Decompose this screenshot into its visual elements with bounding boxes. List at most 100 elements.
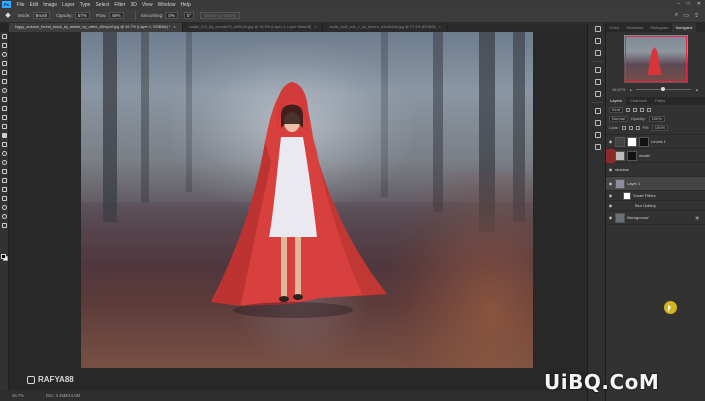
hand-tool-icon[interactable] <box>0 203 9 212</box>
visibility-eye-icon[interactable]: ◉ <box>606 167 615 172</box>
maximize-button[interactable]: □ <box>687 1 690 7</box>
share-icon[interactable]: ⇪ <box>694 12 699 19</box>
eyedropper-tool-icon[interactable] <box>0 86 9 95</box>
close-icon[interactable]: × <box>439 25 441 29</box>
minimize-button[interactable]: – <box>677 1 680 7</box>
swatches-panel-icon[interactable] <box>588 35 607 47</box>
layer-row-background[interactable]: ◉ Background ▣ <box>606 211 705 225</box>
mask-thumbnail[interactable] <box>627 150 637 161</box>
tab-color[interactable]: Color <box>606 23 623 32</box>
flow-field[interactable]: 49% <box>108 12 124 19</box>
menu-select[interactable]: Select <box>93 2 112 8</box>
layer-row-levels[interactable]: ◉ Levels 1 <box>606 135 705 149</box>
blend-mode-select[interactable]: Normal <box>609 115 628 122</box>
blur-gallery-row[interactable]: ◉ Blur Gallery <box>606 201 705 211</box>
layer-opacity-field[interactable]: 100% <box>648 115 665 122</box>
adjustment-filter-icon[interactable] <box>633 107 638 112</box>
layer-row-shadow[interactable]: ◉ shadow <box>606 163 705 177</box>
tab-forest-document[interactable]: foggy_autumn_forest_stock_by_adobe_by_ar… <box>9 23 183 32</box>
smart-filters-row[interactable]: ◉ Smart Filters <box>606 191 705 201</box>
crop-tool-icon[interactable] <box>0 68 9 77</box>
search-icon[interactable]: ⌕ <box>675 12 678 19</box>
filter-mask-thumbnail[interactable] <box>623 191 631 200</box>
clone-stamp-tool-icon[interactable] <box>0 113 9 122</box>
menu-view[interactable]: View <box>139 2 155 8</box>
mask-thumbnail[interactable] <box>627 136 637 147</box>
menu-window[interactable]: Window <box>155 2 178 8</box>
path-select-tool-icon[interactable] <box>0 185 9 194</box>
layer-row-layer-1[interactable]: ◉ Layer 1 <box>606 177 705 191</box>
character-panel-icon[interactable] <box>588 129 607 141</box>
tab-layers[interactable]: Layers <box>606 97 627 105</box>
eraser-tool-icon[interactable] <box>0 131 9 140</box>
tab-paths[interactable]: Paths <box>651 97 669 105</box>
erase-to-history-checkbox[interactable]: Erase to History <box>200 12 241 19</box>
menu-filter[interactable]: Filter <box>112 2 128 8</box>
tab-channels[interactable]: Channels <box>626 97 651 105</box>
zoom-slider[interactable] <box>635 87 692 91</box>
layer-row-model[interactable]: model <box>606 148 705 163</box>
color-panel-icon[interactable] <box>588 23 607 35</box>
navigator-preview[interactable] <box>623 35 688 83</box>
brush-tool-icon[interactable] <box>0 104 9 113</box>
history-brush-tool-icon[interactable] <box>0 122 9 131</box>
canvas-area[interactable]: RAFYA88 <box>9 32 587 390</box>
zoom-percent[interactable]: 46.67% <box>612 87 626 92</box>
brush-settings-panel-icon[interactable] <box>588 117 607 129</box>
menu-image[interactable]: Image <box>41 2 60 8</box>
styles-panel-icon[interactable] <box>588 88 607 100</box>
menu-help[interactable]: Help <box>178 2 193 8</box>
menu-file[interactable]: File <box>14 2 27 8</box>
adjustments-panel-icon[interactable] <box>588 76 607 88</box>
tab-histogram[interactable]: Histogram <box>647 23 672 32</box>
lock-all-icon[interactable] <box>635 125 640 130</box>
properties-panel-icon[interactable] <box>588 47 607 59</box>
zoom-tool-icon[interactable] <box>0 212 9 221</box>
smoothing-field[interactable]: 0% <box>165 12 178 19</box>
type-filter-icon[interactable] <box>640 107 645 112</box>
tab-model-document[interactable]: model_011_by_anonbr23_db5h1t4.jpg @ 26.9… <box>183 23 324 32</box>
pixel-filter-icon[interactable] <box>626 107 631 112</box>
document-image[interactable] <box>81 32 533 368</box>
tab-swatches[interactable]: Swatches <box>623 23 647 32</box>
gradient-tool-icon[interactable] <box>0 140 9 149</box>
healing-tool-icon[interactable] <box>0 95 9 104</box>
dodge-tool-icon[interactable] <box>0 158 9 167</box>
visibility-eye-icon[interactable]: ◉ <box>606 193 615 198</box>
menu-3d[interactable]: 3D <box>128 2 139 8</box>
paragraph-panel-icon[interactable] <box>588 141 607 153</box>
shape-filter-icon[interactable] <box>647 107 652 112</box>
more-tools-icon[interactable] <box>0 221 9 230</box>
quick-select-tool-icon[interactable] <box>0 59 9 68</box>
visibility-eye-icon[interactable]: ◉ <box>606 215 615 220</box>
close-icon[interactable]: × <box>173 25 175 29</box>
tab-wolf-document[interactable]: arctic_wolf_cub_1_by_forlorn_d4u2b2ab.jp… <box>323 23 448 32</box>
visibility-eye-icon[interactable]: ◉ <box>606 203 615 208</box>
type-tool-icon[interactable] <box>0 176 9 185</box>
zoom-readout[interactable]: 46.7% <box>12 393 24 398</box>
zoom-out-icon[interactable]: ▴ <box>630 87 632 92</box>
tab-navigator[interactable]: Navigator <box>672 23 697 32</box>
mode-select[interactable]: Brush <box>32 12 51 19</box>
navigator-view-box[interactable] <box>624 36 687 82</box>
lasso-tool-icon[interactable] <box>0 50 9 59</box>
history-panel-icon[interactable] <box>588 105 607 117</box>
foreground-color-swatch[interactable] <box>1 254 6 259</box>
menu-edit[interactable]: Edit <box>27 2 41 8</box>
eraser-tool-icon[interactable]: ◆ <box>4 12 12 20</box>
shape-tool-icon[interactable] <box>0 194 9 203</box>
zoom-in-icon[interactable]: ▲ <box>695 87 699 92</box>
blur-tool-icon[interactable] <box>0 149 9 158</box>
workspace-icon[interactable]: ▭ <box>683 12 689 19</box>
close-button[interactable]: ✕ <box>697 1 701 7</box>
pen-tool-icon[interactable] <box>0 167 9 176</box>
filter-kind-select[interactable]: Kind <box>609 106 624 113</box>
mask-thumbnail[interactable] <box>639 136 649 147</box>
layer-fill-field[interactable]: 100% <box>651 124 669 131</box>
visibility-eye-icon[interactable]: ◉ <box>606 181 615 186</box>
menu-layer[interactable]: Layer <box>60 2 78 8</box>
lock-pixels-icon[interactable] <box>621 125 626 130</box>
lock-position-icon[interactable] <box>628 125 633 130</box>
move-tool-icon[interactable] <box>0 32 9 41</box>
libraries-panel-icon[interactable] <box>588 64 607 76</box>
